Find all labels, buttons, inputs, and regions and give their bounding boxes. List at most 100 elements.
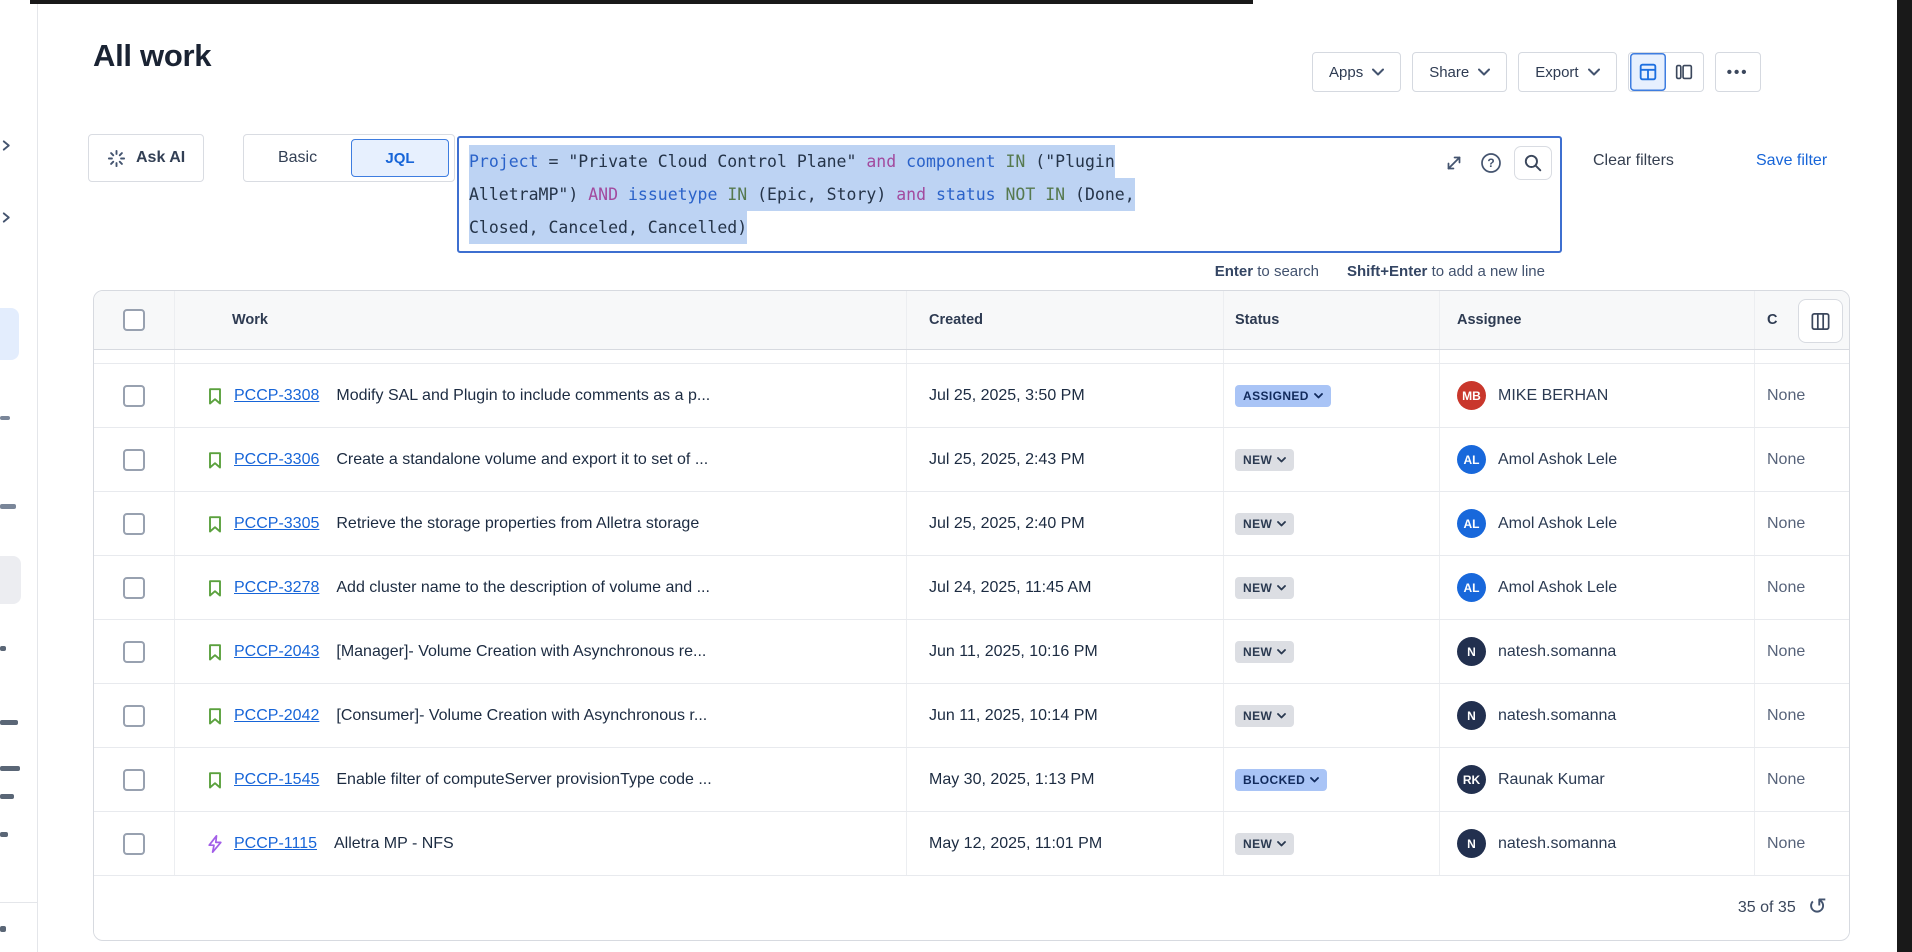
table-row[interactable]: PCCP-1545 Enable filter of computeServer… (94, 748, 1849, 812)
chevron-down-icon (1314, 393, 1323, 399)
extra-cell-value: None (1767, 707, 1805, 725)
chevron-right-icon[interactable] (1, 140, 12, 151)
row-checkbox[interactable] (123, 769, 145, 791)
table-row[interactable]: PCCP-2043 [Manager]- Volume Creation wit… (94, 620, 1849, 684)
created-date: Jul 25, 2025, 2:43 PM (929, 451, 1085, 469)
sidebar-item-fragment[interactable] (0, 720, 18, 725)
jql-editor[interactable]: Project = "Private Cloud Control Plane" … (457, 136, 1562, 253)
chevron-down-icon (1372, 68, 1384, 76)
export-button[interactable]: Export (1518, 52, 1616, 92)
status-badge[interactable]: ASSIGNED (1235, 385, 1331, 407)
issue-key-link[interactable]: PCCP-1545 (234, 771, 319, 789)
story-icon (205, 386, 225, 406)
status-badge[interactable]: BLOCKED (1235, 769, 1327, 791)
chevron-right-icon[interactable] (1, 212, 12, 223)
chevron-down-icon (1277, 649, 1286, 655)
table-row[interactable]: PCCP-3308 Modify SAL and Plugin to inclu… (94, 364, 1849, 428)
sidebar-item-fragment[interactable] (0, 832, 8, 837)
issue-key-link[interactable]: PCCP-3278 (234, 579, 319, 597)
row-checkbox[interactable] (123, 513, 145, 535)
svg-text:?: ? (1487, 156, 1494, 170)
row-checkbox[interactable] (123, 833, 145, 855)
save-filter-button[interactable]: Save filter (1756, 148, 1827, 174)
table-body: PCCP-3308 Modify SAL and Plugin to inclu… (94, 364, 1849, 876)
table-row[interactable]: PCCP-3305 Retrieve the storage propertie… (94, 492, 1849, 556)
jql-query[interactable]: Project = "Private Cloud Control Plane" … (469, 145, 1135, 244)
table-view-button[interactable] (1630, 53, 1666, 91)
status-badge-label: NEW (1243, 837, 1272, 851)
sidebar-item-fragment[interactable] (0, 646, 6, 651)
row-checkbox[interactable] (123, 705, 145, 727)
table-row[interactable]: PCCP-3306 Create a standalone volume and… (94, 428, 1849, 492)
table-header: Work Created Status Assignee C (94, 291, 1849, 350)
clear-filters-button[interactable]: Clear filters (1593, 148, 1674, 174)
jql-mode-button[interactable]: JQL (351, 139, 449, 177)
status-column-header[interactable]: Status (1223, 291, 1439, 349)
extra-cell-value: None (1767, 579, 1805, 597)
sidebar-divider (0, 902, 38, 903)
issue-key-link[interactable]: PCCP-3305 (234, 515, 319, 533)
sidebar-item-fragment[interactable] (0, 766, 20, 771)
row-checkbox[interactable] (123, 577, 145, 599)
status-badge[interactable]: NEW (1235, 833, 1294, 855)
issue-key-link[interactable]: PCCP-3308 (234, 387, 319, 405)
sidebar-item-fragment[interactable] (0, 416, 10, 420)
work-column-header[interactable]: Work (174, 291, 906, 349)
created-column-header[interactable]: Created (906, 291, 1223, 349)
created-date: Jun 11, 2025, 10:16 PM (929, 643, 1098, 661)
jira-all-work-screen: All work Apps Share Export (0, 0, 1912, 952)
story-icon (205, 514, 225, 534)
refresh-icon[interactable]: ↺ (1808, 896, 1827, 919)
created-date: Jul 24, 2025, 11:45 AM (929, 579, 1091, 597)
syntax-help-button[interactable]: ? (1477, 149, 1505, 177)
row-checkbox[interactable] (123, 641, 145, 663)
view-toggle (1628, 52, 1704, 92)
story-icon (205, 642, 225, 662)
status-badge[interactable]: NEW (1235, 513, 1294, 535)
status-badge-label: NEW (1243, 517, 1272, 531)
table-row[interactable]: PCCP-3278 Add cluster name to the descri… (94, 556, 1849, 620)
sidebar-item-fragment[interactable] (0, 926, 6, 932)
assignee-name: Amol Ashok Lele (1498, 451, 1617, 469)
help-icon: ? (1479, 151, 1503, 175)
row-checkbox[interactable] (123, 385, 145, 407)
sidebar-item-fragment[interactable] (0, 504, 16, 509)
apps-button[interactable]: Apps (1312, 52, 1401, 92)
status-badge[interactable]: NEW (1235, 577, 1294, 599)
status-badge[interactable]: NEW (1235, 449, 1294, 471)
sidebar-item-fragment[interactable] (0, 794, 14, 799)
expand-editor-button[interactable] (1440, 149, 1468, 177)
avatar: N (1457, 637, 1486, 666)
chevron-down-icon (1277, 713, 1286, 719)
assignee-column-header[interactable]: Assignee (1439, 291, 1754, 349)
assignee-name: natesh.somanna (1498, 707, 1616, 725)
table-footer: 35 of 35 ↺ (94, 876, 1849, 939)
sidebar-item-hover[interactable] (0, 556, 21, 604)
issue-key-link[interactable]: PCCP-2043 (234, 643, 319, 661)
story-icon (205, 770, 225, 790)
extra-cell-value: None (1767, 451, 1805, 469)
avatar: AL (1457, 573, 1486, 602)
sidebar-item-selected[interactable] (0, 308, 19, 360)
more-actions-button[interactable]: ••• (1715, 52, 1761, 92)
issue-key-link[interactable]: PCCP-2042 (234, 707, 319, 725)
status-badge[interactable]: NEW (1235, 705, 1294, 727)
select-all-checkbox[interactable] (123, 309, 145, 331)
configure-columns-button[interactable] (1798, 299, 1843, 343)
row-checkbox[interactable] (123, 449, 145, 471)
extra-cell-value: None (1767, 643, 1805, 661)
search-mode-toggle: Basic JQL (243, 134, 455, 182)
detail-view-button[interactable] (1666, 53, 1702, 91)
chevron-down-icon (1310, 777, 1319, 783)
ask-ai-button[interactable]: Ask AI (88, 134, 204, 182)
table-row[interactable]: PCCP-2042 [Consumer]- Volume Creation wi… (94, 684, 1849, 748)
issue-key-link[interactable]: PCCP-1115 (234, 835, 317, 853)
status-badge[interactable]: NEW (1235, 641, 1294, 663)
basic-mode-button[interactable]: Basic (244, 149, 351, 167)
run-search-button[interactable] (1514, 146, 1552, 180)
share-button-label: Share (1429, 64, 1469, 81)
share-button[interactable]: Share (1412, 52, 1507, 92)
issue-summary: Add cluster name to the description of v… (336, 579, 710, 597)
table-row[interactable]: PCCP-1115 Alletra MP - NFS May 12, 2025,… (94, 812, 1849, 876)
issue-key-link[interactable]: PCCP-3306 (234, 451, 319, 469)
